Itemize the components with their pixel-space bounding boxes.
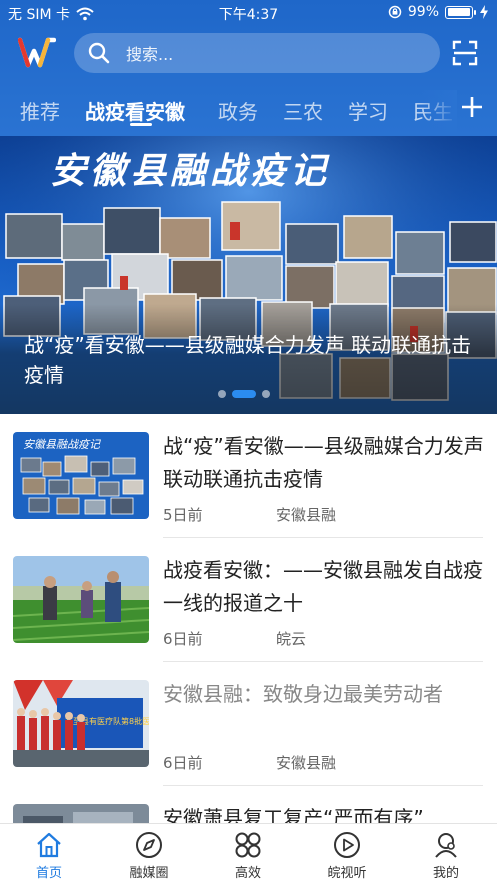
grid-icon	[235, 832, 261, 858]
app-logo-icon[interactable]	[18, 37, 56, 69]
news-title[interactable]: 安徽县融：致敬身边最美劳动者	[163, 678, 485, 711]
thumbnail-medical-team-image: 东至县有医疗队第8批医疗人员	[13, 680, 149, 767]
tab-study[interactable]: 学习	[348, 96, 388, 125]
news-time: 6日前	[163, 630, 203, 648]
nav-anhui-video-label: 皖视听	[327, 866, 367, 881]
charging-icon	[480, 5, 488, 19]
bottom-navigation: 首页 融媒圈 高效 皖视听 我的	[0, 823, 497, 883]
thumbnail-field-image	[13, 556, 149, 643]
list-item[interactable]: 战疫看安徽：——安徽县融发自战疫一线的报道之十 6日前 皖云	[0, 538, 497, 662]
news-source: 皖云	[276, 630, 307, 648]
nav-anhui-video[interactable]: 皖视听	[307, 830, 387, 881]
battery-icon	[445, 5, 476, 19]
nav-profile[interactable]: 我的	[406, 830, 486, 881]
tab-fight-epidemic[interactable]: 战疫看安徽	[85, 96, 185, 125]
status-right: 99%	[388, 4, 489, 20]
news-time: 5日前	[163, 506, 203, 524]
search-icon	[88, 42, 110, 64]
category-tabs: 推荐 战疫看安徽 政务 三农 学习 民生	[0, 90, 497, 132]
banner-dot-2[interactable]	[232, 390, 256, 398]
thumb-title-text: 安徽县融战疫记	[23, 438, 101, 451]
home-icon	[37, 832, 61, 858]
featured-banner[interactable]: 安徽县融战疫记 战“疫”看安徽——县级融媒合力发声 联动联通抗击疫情	[0, 136, 497, 414]
news-source: 安徽县融	[276, 754, 337, 772]
list-item[interactable]: 安徽县融战疫记 战“疫”看安徽——县级融媒合力发声 联动联通抗击疫情 5日前 安…	[0, 414, 497, 538]
nav-profile-label: 我的	[432, 866, 459, 881]
battery-percent: 99%	[407, 4, 439, 20]
news-time: 6日前	[163, 754, 203, 772]
news-source: 安徽县融	[276, 506, 337, 524]
tab-government[interactable]: 政务	[218, 96, 258, 125]
nav-media-circle[interactable]: 融媒圈	[109, 830, 189, 881]
app-screen: 无 SIM 卡 下午4:37 99% 搜索... 推荐 战疫看安徽 政务 三农 …	[0, 0, 497, 883]
nav-efficient-label: 高效	[234, 866, 261, 881]
add-tab-plus-icon[interactable]	[459, 94, 485, 120]
scan-icon[interactable]	[452, 40, 478, 66]
top-header: 无 SIM 卡 下午4:37 99% 搜索... 推荐 战疫看安徽 政务 三农 …	[0, 0, 497, 136]
search-bar[interactable]: 搜索...	[74, 33, 440, 73]
status-bar: 无 SIM 卡 下午4:37 99%	[0, 0, 497, 26]
thumbnail-collage-image: 安徽县融战疫记	[13, 432, 149, 519]
tab-agriculture[interactable]: 三农	[283, 96, 323, 125]
nav-efficient[interactable]: 高效	[208, 830, 288, 881]
banner-dot-3[interactable]	[262, 390, 270, 398]
news-title[interactable]: 战“疫”看安徽——县级融媒合力发声 联动联通抗击疫情	[163, 430, 485, 496]
thumbnail: 安徽县融战疫记	[13, 432, 149, 519]
news-title[interactable]: 战疫看安徽：——安徽县融发自战疫一线的报道之十	[163, 554, 485, 620]
banner-dot-1[interactable]	[218, 390, 226, 398]
search-input[interactable]: 搜索...	[126, 41, 173, 65]
tabs-fade	[421, 90, 457, 132]
orientation-lock-icon	[388, 5, 402, 19]
active-tab-indicator	[130, 123, 152, 126]
banner-page-indicator	[218, 390, 270, 398]
user-icon	[435, 833, 457, 858]
nav-media-circle-label: 融媒圈	[129, 866, 169, 881]
tab-recommend[interactable]: 推荐	[20, 96, 60, 125]
nav-home-label: 首页	[35, 866, 62, 881]
nav-home[interactable]: 首页	[9, 830, 89, 881]
battery-level-fill	[447, 8, 471, 16]
compass-icon	[136, 832, 162, 858]
thumbnail: 东至县有医疗队第8批医疗人员	[13, 680, 149, 767]
banner-title: 安徽县融战疫记	[50, 150, 331, 192]
banner-caption[interactable]: 战“疫”看安徽——县级融媒合力发声 联动联通抗击疫情	[24, 330, 474, 390]
list-item[interactable]: 东至县有医疗队第8批医疗人员	[0, 662, 497, 786]
thumbnail	[13, 556, 149, 643]
play-icon	[334, 832, 360, 858]
